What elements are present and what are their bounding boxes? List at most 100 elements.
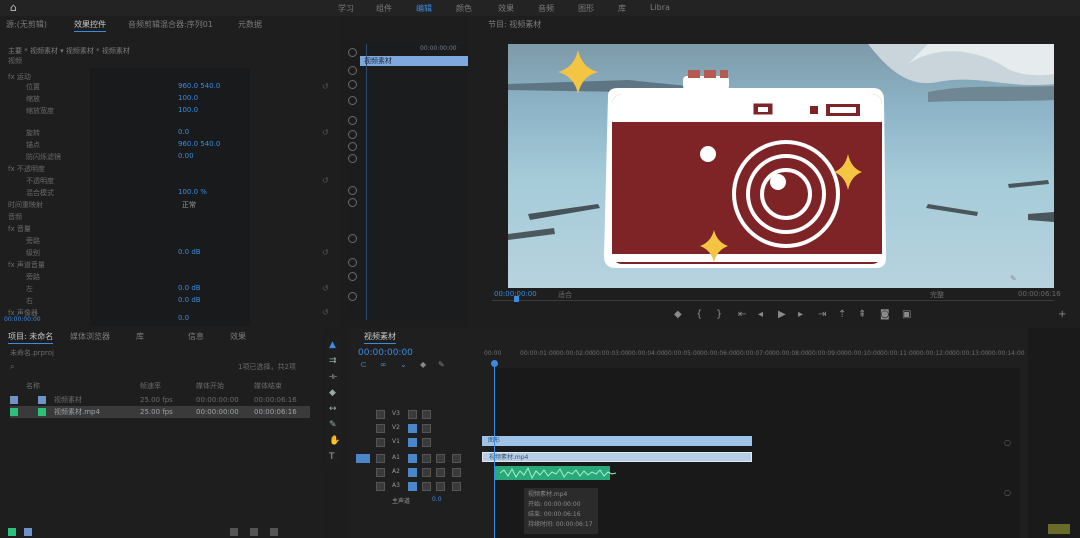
timeline-timecode[interactable]: 00:00:00:00: [358, 348, 413, 358]
stopwatch-icon[interactable]: [348, 130, 357, 139]
mic-icon[interactable]: [452, 482, 461, 491]
captions-icon[interactable]: ✎: [438, 360, 445, 369]
add-button-icon[interactable]: +: [1058, 309, 1066, 320]
right-value[interactable]: 0.0 dB: [178, 296, 201, 304]
sync-lock-icon[interactable]: [408, 454, 417, 463]
stopwatch-icon[interactable]: [348, 48, 357, 57]
tab-audio-clip-mixer[interactable]: 音频剪辑混合器:序列01: [128, 19, 213, 30]
timeline-settings-icon[interactable]: ◆: [420, 360, 426, 369]
ripple-edit-icon[interactable]: ⟛: [329, 372, 339, 382]
solo-icon[interactable]: [436, 468, 445, 477]
eye-icon[interactable]: [422, 410, 431, 419]
new-item-icon[interactable]: [250, 528, 258, 536]
lock-icon[interactable]: [376, 438, 385, 447]
eye-icon[interactable]: [422, 438, 431, 447]
stopwatch-icon[interactable]: [348, 154, 357, 163]
sync-lock-icon[interactable]: [408, 468, 417, 477]
workspace-graphics[interactable]: 图形: [578, 3, 594, 14]
source-timecode[interactable]: 00:00:00:00: [420, 45, 457, 52]
stopwatch-icon[interactable]: [348, 96, 357, 105]
level-value[interactable]: 0.0 dB: [178, 248, 201, 256]
type-icon[interactable]: T: [329, 452, 339, 462]
audio-clip-a1[interactable]: [494, 466, 617, 480]
settings-wrench-icon[interactable]: ✎: [1010, 274, 1017, 283]
home-icon[interactable]: ⌂: [10, 2, 22, 14]
effect-row[interactable]: 时间重映射: [8, 200, 43, 210]
lock-icon[interactable]: [376, 468, 385, 477]
column-media-end[interactable]: 媒体结束: [254, 380, 282, 392]
column-name[interactable]: 名称: [26, 380, 40, 392]
program-playhead[interactable]: [514, 296, 519, 302]
keyframe-reset-icon[interactable]: ↺: [322, 128, 331, 137]
eye-icon[interactable]: [422, 424, 431, 433]
workspace-effects[interactable]: 效果: [498, 3, 514, 14]
position-value[interactable]: 960.0 540.0: [178, 82, 220, 90]
stopwatch-icon[interactable]: [348, 292, 357, 301]
flicker-value[interactable]: 0.00: [178, 152, 194, 160]
keyframe-reset-icon[interactable]: ↺: [322, 176, 331, 185]
rotation-value[interactable]: 0.0: [178, 128, 189, 136]
left-value[interactable]: 0.0 dB: [178, 284, 201, 292]
keyframe-reset-icon[interactable]: ↺: [322, 308, 331, 317]
mute-icon[interactable]: [422, 468, 431, 477]
source-playhead[interactable]: [366, 44, 367, 320]
source-selected-item[interactable]: 视频素材: [360, 56, 468, 66]
effect-row[interactable]: fx 声道音量: [8, 260, 45, 270]
tab-source[interactable]: 源:(无剪辑): [6, 19, 47, 30]
export-frame-icon[interactable]: ◙: [880, 309, 890, 320]
step-forward-icon[interactable]: ▸: [798, 309, 803, 320]
stopwatch-icon[interactable]: [348, 66, 357, 75]
scale-width-value[interactable]: 100.0: [178, 106, 198, 114]
icon-view-icon[interactable]: [24, 528, 32, 536]
tab-effect-controls[interactable]: 效果控件: [74, 19, 106, 32]
mic-icon[interactable]: [452, 468, 461, 477]
snap-icon[interactable]: ⊂: [360, 360, 367, 369]
mic-icon[interactable]: [452, 454, 461, 463]
tab-libraries[interactable]: 库: [136, 331, 144, 342]
effects-timeline-area[interactable]: [90, 68, 250, 326]
video-clip-v1[interactable]: 视频素材.mp4: [482, 452, 752, 462]
selection-tool-icon[interactable]: ▲: [329, 340, 339, 350]
step-back-icon[interactable]: ◂: [758, 309, 763, 320]
slip-icon[interactable]: ↔: [329, 404, 339, 414]
tab-info[interactable]: 信息: [188, 331, 204, 342]
tab-sequence[interactable]: 视频素材: [364, 331, 396, 344]
list-item[interactable]: 视频素材.mp4 25.00 fps 00:00:00:00 00:00:06:…: [10, 406, 310, 418]
workspace-assembly[interactable]: 组件: [376, 3, 392, 14]
stopwatch-icon[interactable]: [348, 80, 357, 89]
scale-value[interactable]: 100.0: [178, 94, 198, 102]
clear-icon[interactable]: [270, 528, 278, 536]
zoom-select[interactable]: 适合: [558, 290, 572, 300]
master-volume-value[interactable]: 0.0: [432, 496, 442, 503]
stopwatch-icon[interactable]: [348, 272, 357, 281]
lock-icon[interactable]: [376, 410, 385, 419]
program-scrubber[interactable]: [492, 300, 1054, 301]
lock-icon[interactable]: [376, 454, 385, 463]
scroll-handle-icon[interactable]: ○: [1004, 438, 1011, 447]
sync-lock-icon[interactable]: [408, 424, 417, 433]
comparison-icon[interactable]: ▣: [902, 309, 911, 320]
keyframe-reset-icon[interactable]: ↺: [322, 248, 331, 257]
mute-icon[interactable]: [422, 482, 431, 491]
workspace-color[interactable]: 颜色: [456, 3, 472, 14]
sync-lock-icon[interactable]: [408, 410, 417, 419]
workspace-audio[interactable]: 音频: [538, 3, 554, 14]
blend-mode-value[interactable]: 正常: [182, 200, 196, 210]
timeline-playhead[interactable]: [494, 360, 495, 538]
effect-row[interactable]: fx 不透明度: [8, 164, 45, 174]
tab-media-browser[interactable]: 媒体浏览器: [70, 331, 110, 342]
pen-icon[interactable]: ✎: [329, 420, 339, 430]
scroll-handle-icon[interactable]: ○: [1004, 488, 1011, 497]
extract-icon[interactable]: ⇞: [858, 309, 866, 320]
lift-icon[interactable]: ⇡: [838, 309, 846, 320]
tab-metadata[interactable]: 元数据: [238, 19, 262, 30]
resolution-select[interactable]: 完整: [930, 290, 944, 300]
add-marker-icon[interactable]: ⌄: [400, 360, 407, 369]
workspace-libraries[interactable]: Libra: [650, 3, 670, 12]
lock-icon[interactable]: [376, 482, 385, 491]
solo-icon[interactable]: [436, 454, 445, 463]
search-icon[interactable]: ⌕: [10, 362, 20, 372]
stopwatch-icon[interactable]: [348, 142, 357, 151]
workspace-library[interactable]: 库: [618, 3, 626, 14]
stopwatch-icon[interactable]: [348, 198, 357, 207]
